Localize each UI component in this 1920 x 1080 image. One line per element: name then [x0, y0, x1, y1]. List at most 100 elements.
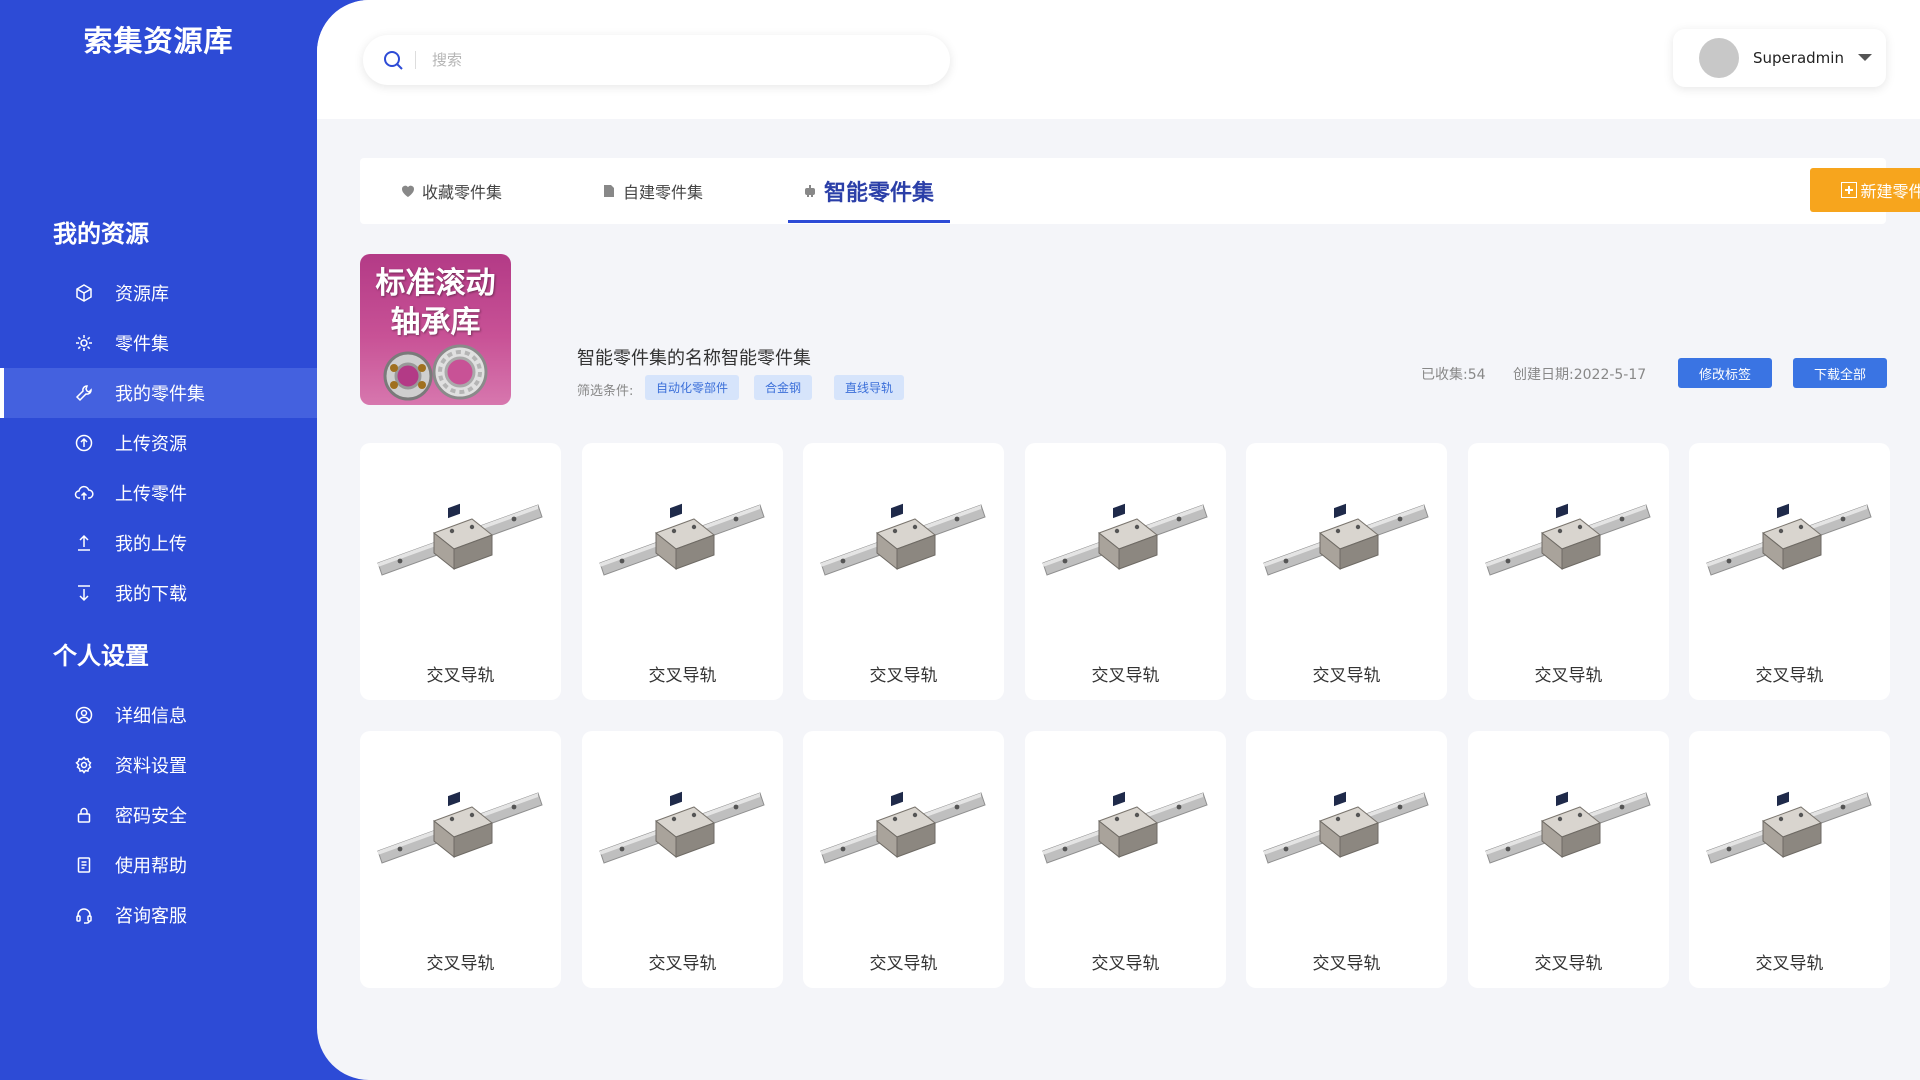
- main-panel: Superadmin 收藏零件集 自建零件集 智能零件集 新建零件库 标准滚动 …: [317, 0, 1920, 1080]
- wrench-icon: [74, 383, 94, 403]
- sidebar-item-customer-service[interactable]: 咨询客服: [0, 890, 317, 940]
- part-card[interactable]: 交叉导轨: [582, 443, 783, 700]
- sidebar-item-help[interactable]: 使用帮助: [0, 840, 317, 890]
- new-parts-library-button[interactable]: 新建零件库: [1810, 168, 1920, 212]
- sidebar-item-label: 我的上传: [115, 534, 187, 555]
- search-icon[interactable]: [381, 48, 405, 72]
- parts-set-name: 智能零件集的名称智能零件集: [577, 348, 811, 369]
- part-card-label: 交叉导轨: [426, 666, 495, 686]
- robot-icon: [805, 185, 815, 197]
- part-card-label: 交叉导轨: [869, 666, 938, 686]
- bearing-image: [383, 344, 488, 401]
- section-title-my-resources: 我的资源: [53, 220, 149, 248]
- sidebar-item-upload-resource[interactable]: 上传资源: [0, 418, 317, 468]
- cover-text-line1: 标准滚动: [375, 266, 496, 301]
- linear-guide-rail-image: [374, 763, 546, 873]
- part-card[interactable]: 交叉导轨: [803, 443, 1004, 700]
- cube-icon: [74, 283, 94, 303]
- user-circle-icon: [74, 705, 94, 725]
- sidebar-item-label: 我的下载: [115, 584, 187, 605]
- part-card[interactable]: 交叉导轨: [1246, 443, 1447, 700]
- part-card-label: 交叉导轨: [1091, 954, 1160, 974]
- part-card[interactable]: 交叉导轨: [1468, 443, 1669, 700]
- part-card-label: 交叉导轨: [1091, 666, 1160, 686]
- sidebar-item-label: 我的零件集: [115, 384, 205, 405]
- linear-guide-rail-image: [596, 475, 768, 585]
- part-card[interactable]: 交叉导轨: [1025, 443, 1226, 700]
- folder-icon: [604, 185, 614, 197]
- new-button-label: 新建零件库: [1860, 182, 1920, 201]
- part-card[interactable]: 交叉导轨: [1689, 443, 1890, 700]
- sidebar-item-label: 资料设置: [115, 756, 187, 777]
- part-card[interactable]: 交叉导轨: [582, 731, 783, 988]
- edit-tags-button[interactable]: 修改标签: [1678, 358, 1772, 388]
- cover-text-line2: 轴承库: [390, 305, 481, 340]
- linear-guide-rail-image: [1703, 475, 1875, 585]
- linear-guide-rail-image: [1260, 763, 1432, 873]
- search-bar[interactable]: [363, 35, 950, 85]
- sidebar-item-my-parts-set[interactable]: 我的零件集: [0, 368, 317, 418]
- part-card[interactable]: 交叉导轨: [360, 443, 561, 700]
- active-tab-indicator: [788, 220, 950, 223]
- sidebar-item-label: 咨询客服: [115, 906, 187, 927]
- sidebar-item-label: 上传零件: [115, 484, 187, 505]
- part-card[interactable]: 交叉导轨: [1246, 731, 1447, 988]
- upload-circle-icon: [74, 433, 94, 453]
- part-card[interactable]: 交叉导轨: [803, 731, 1004, 988]
- part-card-label: 交叉导轨: [648, 666, 717, 686]
- sidebar-item-my-uploads[interactable]: 我的上传: [0, 518, 317, 568]
- part-card[interactable]: 交叉导轨: [360, 731, 561, 988]
- filter-tag[interactable]: 直线导轨: [834, 375, 905, 400]
- tab-custom-parts-set[interactable]: 自建零件集: [601, 158, 703, 224]
- section-title-personal-settings: 个人设置: [53, 642, 149, 670]
- search-input[interactable]: [432, 51, 912, 69]
- sidebar-item-label: 密码安全: [115, 806, 187, 827]
- part-card-label: 交叉导轨: [1312, 954, 1381, 974]
- sidebar-item-resource-library[interactable]: 资源库: [0, 268, 317, 318]
- sidebar-item-profile-settings[interactable]: 资料设置: [0, 740, 317, 790]
- sidebar-item-upload-part[interactable]: 上传零件: [0, 468, 317, 518]
- sidebar-item-label: 详细信息: [115, 706, 187, 727]
- chevron-down-icon[interactable]: [1858, 54, 1872, 61]
- linear-guide-rail-image: [1482, 475, 1654, 585]
- part-card-label: 交叉导轨: [1534, 954, 1603, 974]
- part-card[interactable]: 交叉导轨: [1689, 731, 1890, 988]
- download-all-button[interactable]: 下载全部: [1793, 358, 1887, 388]
- part-card-label: 交叉导轨: [1755, 666, 1824, 686]
- gear-icon: [74, 333, 94, 353]
- linear-guide-rail-image: [1260, 475, 1432, 585]
- sidebar-item-details[interactable]: 详细信息: [0, 690, 317, 740]
- brand-title: 索集资源库: [83, 24, 234, 58]
- filter-tag[interactable]: 合金钢: [754, 375, 813, 400]
- tab-label: 收藏零件集: [422, 183, 503, 202]
- tab-smart-parts-set[interactable]: 智能零件集: [802, 158, 934, 224]
- tab-label: 智能零件集: [824, 181, 935, 206]
- linear-guide-rail-image: [374, 475, 546, 585]
- sidebar-item-parts-set[interactable]: 零件集: [0, 318, 317, 368]
- linear-guide-rail-image: [817, 475, 989, 585]
- part-card-label: 交叉导轨: [426, 954, 495, 974]
- part-card[interactable]: 交叉导轨: [1025, 731, 1226, 988]
- user-menu[interactable]: Superadmin: [1673, 29, 1886, 87]
- parts-grid: 交叉导轨 交叉导轨 交叉导轨 交叉导轨 交叉导轨 交叉导轨 交叉导轨 交叉导轨 交叉导轨 交叉导轨…: [360, 443, 1890, 988]
- part-card-label: 交叉导轨: [1312, 666, 1381, 686]
- part-card-label: 交叉导轨: [869, 954, 938, 974]
- avatar[interactable]: [1699, 38, 1739, 78]
- sidebar-item-my-downloads[interactable]: 我的下载: [0, 568, 317, 618]
- part-card-label: 交叉导轨: [1755, 954, 1824, 974]
- lock-icon: [74, 805, 94, 825]
- part-card-label: 交叉导轨: [1534, 666, 1603, 686]
- tab-favorite-parts-set[interactable]: 收藏零件集: [400, 158, 502, 224]
- sidebar-item-label: 使用帮助: [115, 856, 187, 877]
- filter-tag[interactable]: 自动化零部件: [645, 375, 740, 400]
- linear-guide-rail-image: [1703, 763, 1875, 873]
- heart-icon: [402, 185, 414, 197]
- settings-icon: [74, 755, 94, 775]
- linear-guide-rail-image: [1482, 763, 1654, 873]
- part-card[interactable]: 交叉导轨: [1468, 731, 1669, 988]
- part-card-label: 交叉导轨: [648, 954, 717, 974]
- arrow-down-icon: [74, 583, 94, 603]
- sidebar-item-password-security[interactable]: 密码安全: [0, 790, 317, 840]
- linear-guide-rail-image: [596, 763, 768, 873]
- collected-count: 已收集:54: [1421, 367, 1486, 383]
